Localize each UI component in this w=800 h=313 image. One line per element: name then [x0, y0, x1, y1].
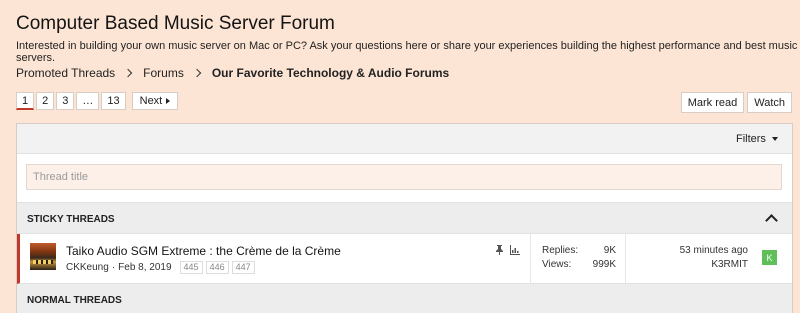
- page-jump-ellipsis[interactable]: …: [76, 92, 100, 110]
- caret-down-icon: [772, 137, 778, 142]
- column-divider: [530, 234, 531, 283]
- page-2-link[interactable]: 2: [36, 92, 55, 110]
- normal-threads-label: NORMAL THREADS: [27, 295, 122, 306]
- thread-title-link[interactable]: Taiko Audio SGM Extreme : the Crème de l…: [66, 244, 341, 258]
- sticky-threads-label: STICKY THREADS: [27, 214, 115, 225]
- breadcrumb: Promoted Threads Forums Our Favorite Tec…: [16, 66, 449, 80]
- replies-count: 9K: [603, 245, 616, 256]
- thread-status-icons: [495, 245, 520, 255]
- thread-page-link[interactable]: 446: [205, 261, 229, 274]
- replies-label: Replies:: [542, 245, 579, 256]
- sticky-threads-header[interactable]: STICKY THREADS: [17, 202, 792, 234]
- forum-title: Computer Based Music Server Forum: [16, 13, 335, 34]
- thread-title-input[interactable]: [26, 164, 782, 190]
- caret-right-icon: [166, 98, 171, 104]
- thread-page-link[interactable]: 447: [231, 261, 255, 274]
- pin-icon: [496, 245, 503, 255]
- poll-chart-icon: [510, 245, 520, 255]
- collapse-chevron-icon[interactable]: [765, 214, 778, 227]
- thread-author[interactable]: CKKeung: [66, 262, 109, 273]
- page-1-link[interactable]: 1: [16, 92, 35, 110]
- thread-stats: Replies: 9K Views: 999K: [542, 245, 616, 273]
- avatar[interactable]: K: [762, 250, 777, 265]
- breadcrumb-separator-icon: [123, 68, 133, 78]
- forum-description: Interested in building your own music se…: [16, 40, 798, 64]
- thread-thumbnail[interactable]: [30, 243, 56, 270]
- views-count: 999K: [592, 259, 616, 270]
- thread-page-link[interactable]: 445: [179, 261, 203, 274]
- thread-row[interactable]: Taiko Audio SGM Extreme : the Crème de l…: [17, 234, 792, 284]
- next-page-button[interactable]: Next: [131, 92, 179, 110]
- filters-label: Filters: [735, 133, 766, 145]
- filters-dropdown[interactable]: Filters: [736, 133, 778, 145]
- page-3-link[interactable]: 3: [56, 92, 75, 110]
- last-post-time[interactable]: 53 minutes ago: [640, 245, 748, 256]
- thread-search-row: [17, 154, 792, 202]
- thread-start-date[interactable]: Feb 8, 2019: [118, 262, 171, 273]
- pagination: 1 2 3 … 13 Next: [16, 92, 180, 110]
- breadcrumb-current-category[interactable]: Our Favorite Technology & Audio Forums: [212, 66, 449, 80]
- views-label: Views:: [542, 259, 572, 270]
- mark-read-button[interactable]: Mark read: [680, 92, 745, 113]
- breadcrumb-promoted-threads[interactable]: Promoted Threads: [16, 66, 115, 80]
- breadcrumb-forums[interactable]: Forums: [143, 66, 184, 80]
- filter-bar: Filters: [17, 124, 792, 154]
- forum-actions: Mark read Watch: [678, 92, 792, 113]
- last-poster-name[interactable]: K3RMIT: [640, 259, 748, 270]
- next-label: Next: [139, 95, 163, 107]
- thread-list-block: Filters STICKY THREADS Taiko Audio SGM E…: [16, 123, 793, 313]
- normal-threads-header: NORMAL THREADS: [17, 284, 792, 313]
- column-divider: [625, 234, 626, 283]
- meta-separator: ·: [111, 262, 116, 273]
- last-post-info: 53 minutes ago K3RMIT: [640, 245, 748, 273]
- breadcrumb-separator-icon: [192, 68, 202, 78]
- page-13-link[interactable]: 13: [101, 92, 126, 110]
- watch-button[interactable]: Watch: [747, 92, 792, 113]
- thread-meta: CKKeung · Feb 8, 2019 445 446 447: [66, 261, 255, 274]
